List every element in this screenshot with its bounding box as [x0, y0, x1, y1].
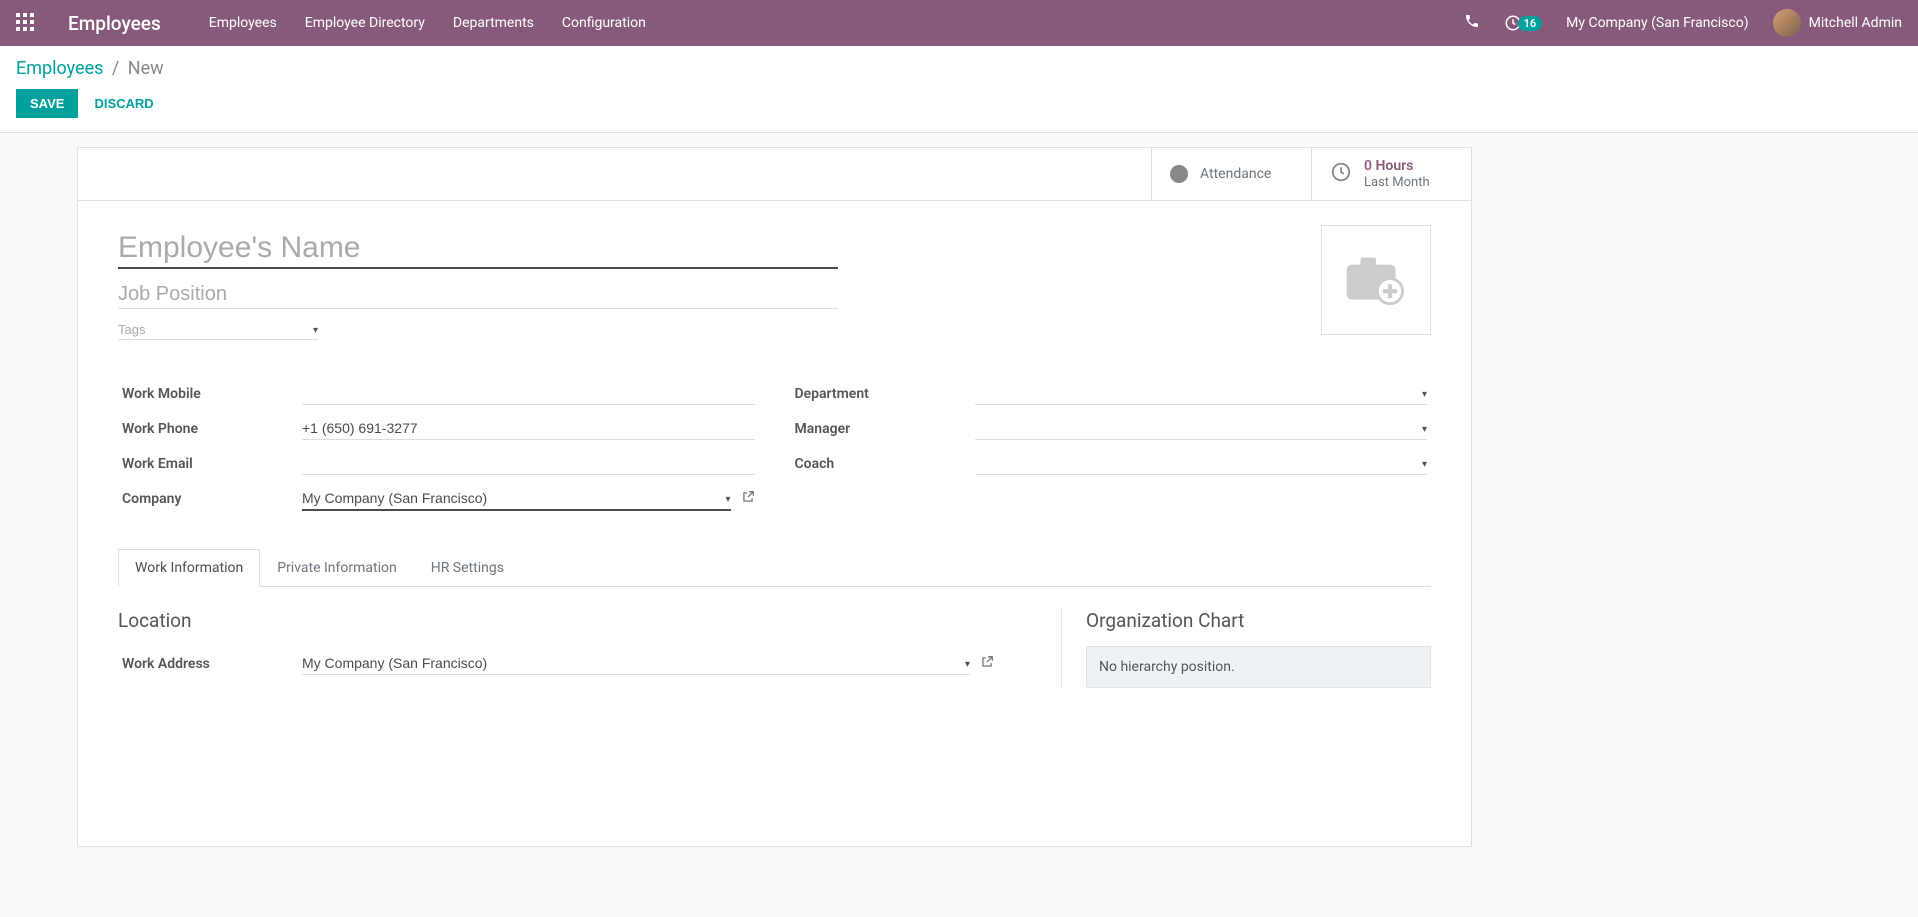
- photo-upload[interactable]: [1321, 225, 1431, 335]
- form-sheet: Attendance 0 Hours Last Month: [77, 147, 1472, 847]
- user-name: Mitchell Admin: [1809, 15, 1902, 31]
- chevron-down-icon[interactable]: [313, 321, 318, 337]
- department-label: Department: [791, 376, 971, 411]
- nav-employee-directory[interactable]: Employee Directory: [305, 15, 425, 31]
- attendance-label: Attendance: [1200, 166, 1271, 182]
- external-link-icon[interactable]: [980, 655, 994, 673]
- breadcrumb-root[interactable]: Employees: [16, 58, 103, 79]
- breadcrumb-current: New: [128, 58, 164, 79]
- external-link-icon[interactable]: [741, 490, 755, 508]
- control-panel: Employees / New SAVE DISCARD: [0, 46, 1918, 133]
- breadcrumb: Employees / New: [16, 58, 1902, 79]
- department-input[interactable]: [975, 382, 1422, 404]
- clock-icon: [1330, 161, 1352, 187]
- employee-name-input[interactable]: [118, 225, 838, 269]
- work-phone-input[interactable]: [302, 417, 755, 440]
- department-select[interactable]: [975, 382, 1428, 405]
- work-mobile-input[interactable]: [302, 382, 755, 405]
- chevron-down-icon[interactable]: [1422, 455, 1427, 471]
- tab-private-information[interactable]: Private Information: [260, 549, 413, 587]
- discard-button[interactable]: DISCARD: [94, 96, 153, 111]
- manager-input[interactable]: [975, 417, 1422, 439]
- work-phone-label: Work Phone: [118, 411, 298, 446]
- work-mobile-label: Work Mobile: [118, 376, 298, 411]
- nav-menu: Employees Employee Directory Departments…: [209, 15, 646, 31]
- tags-input[interactable]: [118, 322, 313, 337]
- nav-departments[interactable]: Departments: [453, 15, 534, 31]
- work-address-select[interactable]: [302, 652, 970, 675]
- save-button[interactable]: SAVE: [16, 89, 78, 118]
- apps-icon[interactable]: [16, 13, 36, 33]
- company-label: Company: [118, 481, 298, 517]
- work-address-input[interactable]: [302, 652, 965, 674]
- chevron-down-icon[interactable]: [1422, 420, 1427, 436]
- user-menu[interactable]: Mitchell Admin: [1773, 9, 1902, 37]
- nav-employees[interactable]: Employees: [209, 15, 277, 31]
- work-address-label: Work Address: [118, 646, 298, 681]
- company-input[interactable]: [302, 487, 725, 509]
- tab-hr-settings[interactable]: HR Settings: [414, 549, 521, 587]
- manager-label: Manager: [791, 411, 971, 446]
- org-chart-heading: Organization Chart: [1086, 609, 1431, 632]
- activity-icon[interactable]: 16: [1504, 14, 1543, 32]
- tab-work-information[interactable]: Work Information: [118, 549, 260, 587]
- tags-field[interactable]: [118, 321, 318, 340]
- phone-icon[interactable]: [1464, 13, 1480, 33]
- company-switcher[interactable]: My Company (San Francisco): [1566, 15, 1748, 31]
- attendance-stat[interactable]: Attendance: [1151, 148, 1311, 200]
- hours-stat[interactable]: 0 Hours Last Month: [1311, 148, 1471, 200]
- breadcrumb-separator: /: [112, 58, 119, 79]
- attendance-dot-icon: [1170, 165, 1188, 183]
- org-chart-message: No hierarchy position.: [1086, 646, 1431, 688]
- work-email-input[interactable]: [302, 452, 755, 475]
- notification-badge: 16: [1518, 16, 1543, 31]
- chevron-down-icon[interactable]: [965, 655, 970, 671]
- job-position-input[interactable]: [118, 275, 838, 309]
- topbar: Employees Employees Employee Directory D…: [0, 0, 1918, 46]
- hours-value: 0 Hours: [1364, 158, 1430, 175]
- chevron-down-icon[interactable]: [1422, 385, 1427, 401]
- nav-configuration[interactable]: Configuration: [562, 15, 646, 31]
- tabs: Work Information Private Information HR …: [118, 549, 1431, 587]
- coach-label: Coach: [791, 446, 971, 481]
- hours-sub: Last Month: [1364, 175, 1430, 191]
- location-heading: Location: [118, 609, 1037, 632]
- coach-input[interactable]: [975, 452, 1422, 474]
- company-select[interactable]: [302, 487, 731, 511]
- coach-select[interactable]: [975, 452, 1428, 475]
- stat-buttons: Attendance 0 Hours Last Month: [78, 148, 1471, 201]
- avatar: [1773, 9, 1801, 37]
- chevron-down-icon[interactable]: [725, 490, 730, 506]
- app-brand: Employees: [68, 12, 161, 35]
- manager-select[interactable]: [975, 417, 1428, 440]
- work-email-label: Work Email: [118, 446, 298, 481]
